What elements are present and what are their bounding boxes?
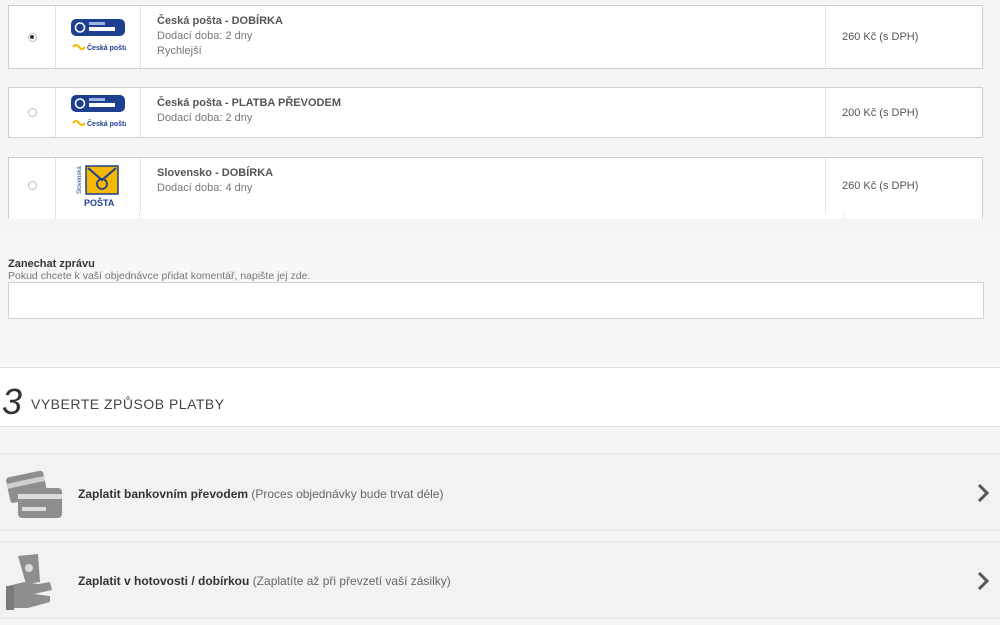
shipping-delivery: Dodací doba: 4 dny <box>157 182 253 194</box>
shipping-delivery: Dodací doba: 2 dny <box>157 112 253 124</box>
shipping-name: Česká pošta - DOBÍRKA <box>157 15 283 27</box>
message-input[interactable] <box>8 282 984 319</box>
message-label: Zanechat zprávu <box>8 258 95 270</box>
shipping-option-1[interactable]: Česká pošta Česká pošta - DOBÍRKA Dodací… <box>8 5 983 69</box>
shipping-price: 200 Kč (s DPH) <box>842 106 919 119</box>
chevron-right-icon[interactable] <box>976 570 990 592</box>
shipping-option-2[interactable]: Česká pošta Česká pošta - PLATBA PŘEVODE… <box>8 87 983 138</box>
credit-card-icon <box>6 470 62 518</box>
step-number: 3 <box>2 381 23 422</box>
carrier-logo: Slovenská POŠTA <box>56 158 141 213</box>
payment-option-bank-transfer[interactable]: Zaplatit bankovním převodem (Proces obje… <box>0 453 1000 531</box>
svg-text:POŠTA: POŠTA <box>84 197 115 208</box>
cash-hand-icon <box>6 554 52 610</box>
chevron-right-icon[interactable] <box>976 482 990 504</box>
shipping-price: 260 Kč (s DPH) <box>842 179 919 192</box>
shipping-radio[interactable] <box>27 32 37 42</box>
payment-section-header: 3 VYBERTE ZPŮSOB PLATBY <box>0 367 1000 427</box>
shipping-radio-cell[interactable] <box>9 88 56 137</box>
shipping-radio-cell[interactable] <box>9 6 56 68</box>
shipping-radio[interactable] <box>27 181 37 190</box>
balik-do-ruky-logo-icon: Česká pošta <box>71 19 126 52</box>
shipping-price: 260 Kč (s DPH) <box>842 31 919 43</box>
shipping-extra: Rychlejší <box>157 45 202 57</box>
payment-note: (Proces objednávky bude trvat déle) <box>251 487 444 501</box>
svg-text:Slovenská: Slovenská <box>77 165 83 193</box>
payment-label: Zaplatit bankovním převodem <box>78 487 249 501</box>
payment-label: Zaplatit v hotovosti / dobírkou <box>78 574 250 588</box>
section-title: VYBERTE ZPŮSOB PLATBY <box>31 396 225 412</box>
shipping-option-3[interactable]: Slovenská POŠTA Slovensko - DOBÍRKA Doda… <box>8 157 983 214</box>
svg-text:Česká pošta: Česká pošta <box>87 119 126 128</box>
payment-note: (Zaplatíte až při převzetí vaší zásilky) <box>252 574 451 588</box>
shipping-radio[interactable] <box>27 108 37 117</box>
list-continuation-strip <box>8 213 983 219</box>
carrier-logo: Česká pošta <box>56 6 141 68</box>
shipping-radio-cell[interactable] <box>9 158 56 213</box>
svg-text:Česká pošta: Česká pošta <box>87 43 126 52</box>
balik-do-ruky-logo-icon: Česká pošta <box>71 94 126 128</box>
shipping-delivery: Dodací doba: 2 dny <box>157 30 253 42</box>
message-hint: Pokud chcete k vaší objednávce přidat ko… <box>8 270 311 282</box>
shipping-name: Slovensko - DOBÍRKA <box>157 167 274 179</box>
slovenska-posta-logo-icon: Slovenská POŠTA <box>77 164 119 208</box>
carrier-logo: Česká pošta <box>56 88 141 137</box>
shipping-name: Česká pošta - PLATBA PŘEVODEM <box>157 97 341 109</box>
payment-option-cash-on-delivery[interactable]: Zaplatit v hotovosti / dobírkou (Zaplatí… <box>0 541 1000 619</box>
